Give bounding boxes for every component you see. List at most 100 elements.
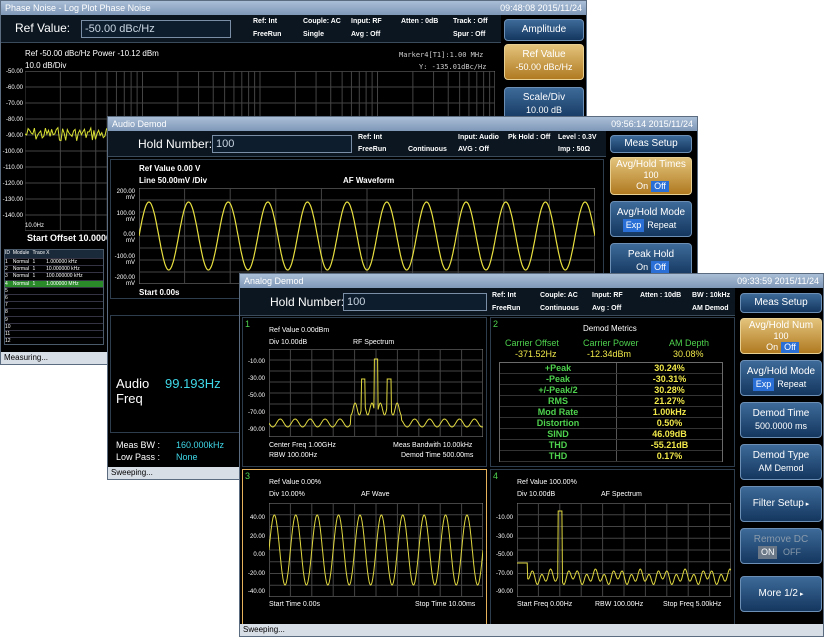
table-row[interactable]: 6 <box>5 293 103 301</box>
meas-bw-value: 160.000kHz <box>176 440 225 450</box>
table-cell: 10.000000 kHz <box>46 266 80 273</box>
status-atten: Atten : 0dB <box>401 18 439 25</box>
avg-hold-num-key[interactable]: Avg/Hold Num 100 On Off <box>740 318 822 354</box>
ref-value-input[interactable]: -50.00 dBc/Hz <box>81 20 231 38</box>
table-cell <box>46 302 103 308</box>
status-sweep: Continuous <box>540 305 579 312</box>
table-row[interactable]: 9 <box>5 315 103 323</box>
table-cell: 4 <box>5 280 8 287</box>
table-cell <box>46 295 103 301</box>
filter-setup-label: Filter Setup <box>752 498 804 509</box>
table-row[interactable]: 5 <box>5 286 103 294</box>
center-freq: Center Freq 1.00GHz <box>269 442 336 449</box>
amplitude-key[interactable]: Amplitude <box>504 19 584 41</box>
table-row[interactable]: 8 <box>5 308 103 315</box>
on-option: On <box>766 342 779 352</box>
table-cell: 100.000000 kHz <box>46 273 83 280</box>
on-option: On <box>636 181 649 191</box>
rbw: RBW 100.00Hz <box>595 601 644 608</box>
rf-spectrum-plot <box>269 349 483 437</box>
table-cell <box>32 295 46 301</box>
metric-value: 30.28% <box>616 385 722 395</box>
af-spectrum-panel: 4 Ref Value 100.00% Div 10.00dB AF Spect… <box>490 469 735 625</box>
table-row[interactable]: 3 Normal 1 100.000000 kHz <box>5 272 103 279</box>
demod-type-key[interactable]: Demod Type AM Demod <box>740 444 822 480</box>
y-tick-label: -130.00 <box>2 197 23 203</box>
carrier-offset-value: -371.52Hz <box>515 349 557 359</box>
y-tick-label: 0.00 mV <box>123 232 135 244</box>
table-cell <box>46 331 103 337</box>
af-waveform-plot <box>139 188 595 284</box>
y-tick-label: -20.00 <box>247 570 265 577</box>
table-cell <box>13 288 33 294</box>
table-cell <box>13 331 33 337</box>
exp-option: Exp <box>622 219 645 232</box>
stop-time: Stop Time 10.00ms <box>415 601 476 608</box>
table-row[interactable]: 12 <box>5 337 103 344</box>
meas-bandwidth: Meas Bandwith 10.00kHz <box>393 442 473 449</box>
div-value: Div 10.00dB <box>517 491 556 498</box>
metric-value: 30.24% <box>616 363 722 373</box>
demod-metrics-panel: 2 Demod Metrics Carrier Offset Carrier P… <box>490 317 735 467</box>
more-key[interactable]: More 1/2 ▸ <box>740 576 822 612</box>
hold-number-input[interactable]: 100 <box>212 135 352 153</box>
table-cell: 7 <box>5 302 8 309</box>
avg-hold-times-key[interactable]: Avg/Hold Times 100 On Off <box>610 157 692 195</box>
table-row[interactable]: 1 Normal 1 1.000000 kHz <box>5 258 103 265</box>
avg-hold-num-value: 100 <box>773 331 789 341</box>
table-cell <box>32 317 46 323</box>
carrier-power-label: Carrier Power <box>583 338 639 348</box>
status-track: Track : Off <box>453 18 488 25</box>
table-header: ID Module Trace X <box>5 250 103 258</box>
table-row[interactable]: 4 Normal 1 1.000000 MHz <box>5 279 103 287</box>
status-demod-type: AM Demod <box>692 305 729 312</box>
status-avg: Avg : Off <box>592 305 622 312</box>
marker-y-readout: Y: -135.01dBc/Hz <box>419 63 487 71</box>
marker-table-body: ID Module Trace X 1 Normal 1 1.000000 kHz 2 Norma… <box>5 250 103 344</box>
meas-setup-key[interactable]: Meas Setup <box>740 293 822 313</box>
metric-label: Distortion <box>536 418 580 428</box>
avg-hold-mode-key[interactable]: Avg/Hold Mode Exp Repeat <box>610 201 692 237</box>
y-tick-label: 0.00 <box>253 552 265 558</box>
hold-number-input[interactable]: 100 <box>343 293 487 311</box>
table-cell: Normal <box>12 280 29 287</box>
y-tick-label: -10.00 <box>495 515 513 521</box>
table-cell: 5 <box>5 287 8 294</box>
filter-setup-key[interactable]: Filter Setup ▸ <box>740 486 822 522</box>
peak-hold-key[interactable]: Peak Hold On Off <box>610 243 692 277</box>
table-cell <box>32 338 46 344</box>
table-cell: 10 <box>5 323 11 330</box>
ref-value-key-label: Ref Value <box>522 49 566 60</box>
status-sweep: Single <box>303 31 325 38</box>
repeat-option: Repeat <box>777 379 807 389</box>
table-cell: 1 <box>32 280 36 287</box>
status-ref: Ref: Int <box>492 292 517 299</box>
y-tick-label: -70.00 <box>247 410 265 416</box>
y-tick-label: -100.00 <box>2 149 23 155</box>
table-row[interactable]: 11 <box>5 329 103 337</box>
table-cell: 12 <box>5 338 11 345</box>
ref-value-key[interactable]: Ref Value -50.00 dBc/Hz <box>504 44 584 80</box>
table-row[interactable]: 2 Normal 1 10.000000 kHz <box>5 265 103 272</box>
hold-number-label: Hold Number: <box>270 295 345 309</box>
plot-title: AF Waveform <box>343 176 395 185</box>
avg-hold-mode-key[interactable]: Avg/Hold Mode Exp Repeat <box>740 360 822 396</box>
table-row[interactable]: 10 <box>5 322 103 330</box>
table-cell <box>13 302 33 308</box>
metric-label: THD <box>548 451 568 461</box>
remove-dc-key[interactable]: Remove DC ON OFF <box>740 528 822 564</box>
y-tick-label: -30.00 <box>247 376 265 382</box>
table-row[interactable]: 7 <box>5 301 103 308</box>
metrics-table: +Peak 30.24% -Peak -30.31% +/-Peak/2 30.28% RM… <box>499 362 723 462</box>
status-atten: Atten : 10dB <box>640 292 682 299</box>
meas-setup-key[interactable]: Meas Setup <box>610 135 692 153</box>
table-cell: 9 <box>5 316 8 323</box>
y-tick-label: -90.00 <box>5 133 23 139</box>
demod-time-key[interactable]: Demod Time 500.0000 ms <box>740 402 822 438</box>
stop-freq: Stop Freq 5.00kHz <box>663 601 722 608</box>
metrics-title: Demod Metrics <box>583 324 637 333</box>
table-cell <box>32 302 46 308</box>
ref-value-key-value: -50.00 dBc/Hz <box>515 62 573 72</box>
y-tick-label: -120.00 <box>2 181 23 187</box>
y-tick-label: 200.00 mV <box>116 189 135 201</box>
